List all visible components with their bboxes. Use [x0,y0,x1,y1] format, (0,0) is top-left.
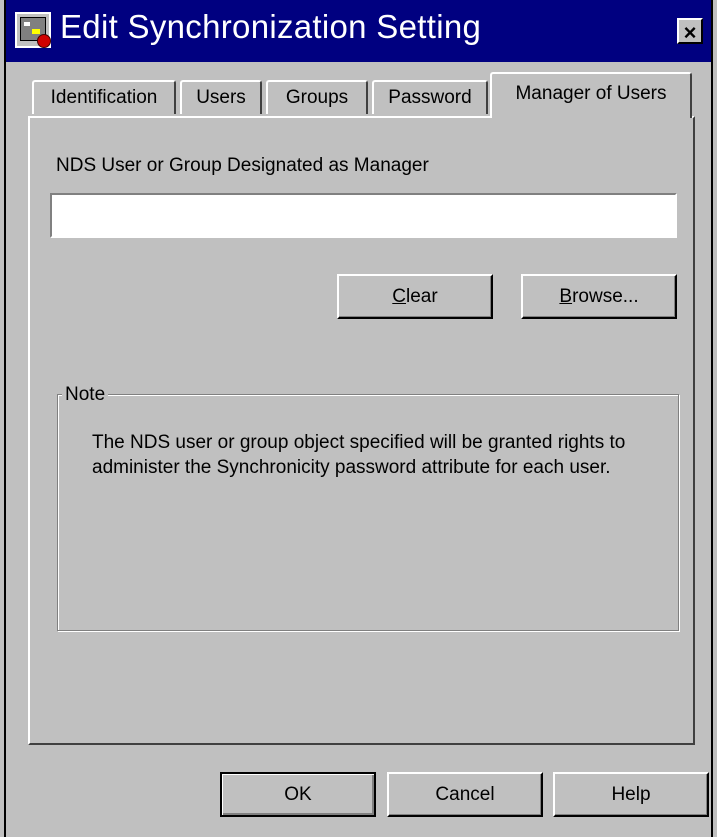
tab-password[interactable]: Password [372,80,488,114]
title-bar[interactable]: Edit Synchronization Setting × [6,0,711,62]
tab-label: Password [388,87,472,108]
tab-label: Users [196,87,246,108]
tab-label: Groups [285,87,349,108]
tab-users[interactable]: Users [180,80,262,114]
ok-label: OK [284,784,312,805]
browse-button[interactable]: Browse... [521,274,677,319]
clear-mnemonic: C [392,286,407,307]
tab-label: Manager of Users [515,83,667,104]
tab-groups[interactable]: Groups [266,80,368,114]
clear-button[interactable]: Clear [337,274,493,319]
note-text: The NDS user or group object specified w… [92,432,626,478]
ok-button[interactable]: OK [220,772,376,817]
browse-label: rowse... [572,286,639,307]
browse-mnemonic: B [559,286,573,307]
clear-label: lear [406,286,438,307]
app-icon[interactable] [15,12,51,48]
manager-field-label: NDS User or Group Designated as Manager [56,155,429,176]
tab-identification[interactable]: Identification [32,80,176,114]
help-label: Help [611,784,651,805]
note-legend: Note [62,383,109,407]
tab-label: Identification [50,87,158,108]
tab-manager-of-users[interactable]: Manager of Users [490,72,692,118]
cancel-button[interactable]: Cancel [387,772,543,817]
help-button[interactable]: Help [553,772,709,817]
cancel-label: Cancel [435,784,495,805]
close-button[interactable]: × [677,18,703,45]
window-title: Edit Synchronization Setting [60,8,482,45]
manager-input[interactable] [50,193,677,238]
close-icon: × [683,20,697,45]
